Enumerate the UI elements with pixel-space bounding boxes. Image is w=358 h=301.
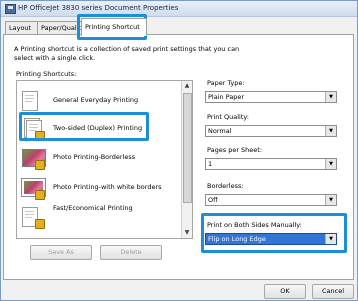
print-quality-label: Print Quality: (207, 113, 249, 121)
shortcut-description: A Printing shortcut is a collection of s… (14, 45, 240, 62)
shortcut-item-photo-borderless[interactable]: Photo Printing-Borderless (17, 143, 181, 171)
document-icon (22, 206, 46, 229)
pages-per-sheet-dropdown[interactable]: 1 ▼ (205, 158, 337, 170)
shortcut-item-photo-white-borders[interactable]: Photo Printing-with white borders (17, 173, 181, 201)
pages-per-sheet-label: Pages per Sheet: (207, 146, 263, 154)
lock-icon (35, 131, 45, 141)
lock-icon (35, 219, 45, 229)
photo-icon (22, 147, 46, 170)
paper-type-value: Plain Paper (208, 93, 245, 101)
lock-icon (35, 160, 45, 170)
chevron-down-icon: ▼ (325, 126, 336, 136)
printing-shortcuts-label: Printing Shortcuts: (16, 70, 77, 78)
print-quality-value: Normal (208, 127, 232, 135)
list-scrollbar[interactable]: ▲ ▼ (181, 81, 192, 238)
paper-type-dropdown[interactable]: Plain Paper ▼ (205, 91, 337, 103)
ok-button[interactable]: OK (264, 284, 306, 299)
print-quality-dropdown[interactable]: Normal ▼ (205, 125, 337, 137)
tab-printing-shortcut[interactable]: Printing Shortcut (81, 18, 147, 36)
shortcut-item-label: Photo Printing-Borderless (53, 153, 136, 161)
scroll-thumb[interactable] (183, 93, 192, 203)
shortcut-item-label: Fast/Economical Printing (53, 204, 133, 212)
shortcut-item-label: Two-sided (Duplex) Printing (53, 124, 143, 132)
borderless-label: Borderless: (207, 182, 244, 190)
shortcut-item-label: Photo Printing-with white borders (53, 183, 162, 191)
shortcut-item-label: General Everyday Printing (53, 96, 139, 104)
document-icon (22, 90, 46, 111)
borderless-value: Off (208, 196, 218, 204)
shortcut-item-fast-economical[interactable]: Fast/Economical Printing (17, 202, 181, 230)
window-title: HP OfficeJet 3830 series Document Proper… (18, 4, 179, 12)
duplex-document-icon (22, 118, 46, 141)
chevron-down-icon: ▼ (325, 159, 336, 169)
chevron-down-icon: ▼ (325, 92, 336, 102)
borderless-dropdown[interactable]: Off ▼ (205, 194, 337, 206)
both-sides-dropdown[interactable]: Flip on Long Edge ▼ (205, 233, 337, 245)
pages-per-sheet-value: 1 (208, 160, 213, 168)
paper-type-label: Paper Type: (207, 79, 245, 87)
cancel-button[interactable]: Cancel (312, 284, 354, 299)
shortcut-item-two-sided[interactable]: Two-sided (Duplex) Printing (17, 114, 181, 142)
shortcut-list[interactable]: General Everyday Printing Two-sided (Dup… (16, 80, 193, 239)
scroll-up-arrow-icon[interactable]: ▲ (182, 81, 192, 91)
both-sides-label: Print on Both Sides Manually: (207, 221, 302, 229)
printer-icon (5, 4, 16, 14)
title-bar: HP OfficeJet 3830 series Document Proper… (1, 1, 357, 17)
scroll-down-arrow-icon[interactable]: ▼ (182, 228, 192, 238)
delete-button[interactable]: Delete (100, 245, 162, 260)
lock-icon (35, 190, 45, 200)
both-sides-value: Flip on Long Edge (208, 235, 266, 243)
photo-icon (21, 177, 46, 200)
chevron-down-icon: ▼ (325, 195, 336, 205)
shortcut-item-general-everyday[interactable]: General Everyday Printing (17, 86, 181, 114)
save-as-button[interactable]: Save As (30, 245, 92, 260)
chevron-down-icon: ▼ (325, 234, 336, 244)
